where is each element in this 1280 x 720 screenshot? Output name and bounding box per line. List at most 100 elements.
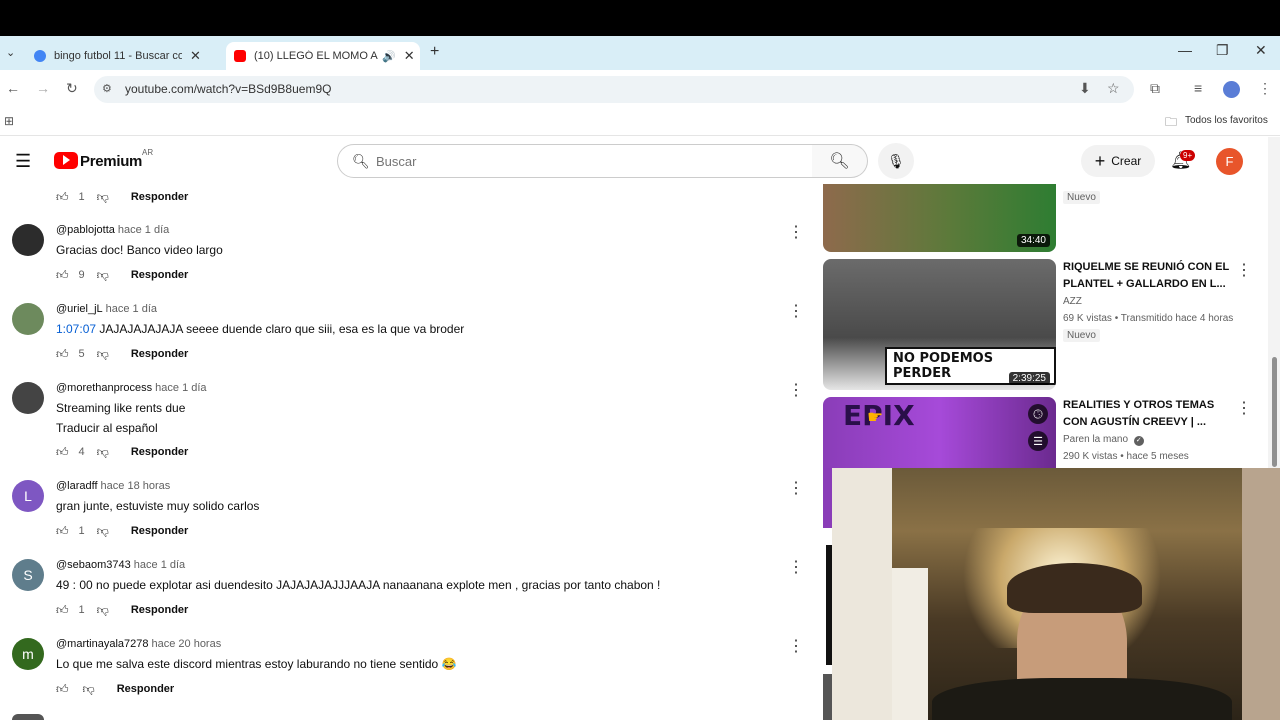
video-title[interactable]: RIQUELME SE REUNIÓ CON EL PLANTEL + GALL… <box>1063 259 1235 293</box>
video-menu-icon[interactable]: ⋮ <box>1236 398 1252 418</box>
reply-button[interactable]: Responder <box>131 269 188 281</box>
like-icon[interactable]: 👍︎ <box>56 445 69 460</box>
minimize-icon[interactable]: — <box>1178 42 1192 58</box>
back-icon[interactable]: ← <box>6 80 20 96</box>
url-text[interactable]: youtube.com/watch?v=BSd9B8uem9Q <box>125 82 331 96</box>
tab-youtube[interactable]: (10) LLEGÓ EL MOMO A LO 🔊 ✕ <box>226 42 420 70</box>
forward-icon[interactable]: → <box>36 80 50 96</box>
avatar[interactable]: S <box>12 559 44 591</box>
dislike-icon[interactable]: 👎︎ <box>97 445 109 460</box>
new-badge: Nuevo <box>1063 329 1100 342</box>
reply-button[interactable]: Responder <box>131 446 188 458</box>
comment-menu-icon[interactable]: ⋮ <box>788 301 804 321</box>
site-info-icon[interactable]: ⚙ <box>102 82 112 95</box>
like-icon[interactable]: 👍︎ <box>56 682 69 697</box>
dislike-icon[interactable]: 👎︎ <box>83 682 95 697</box>
media-control-icon[interactable]: ≡ <box>1194 80 1202 96</box>
tab-google[interactable]: bingo futbol 11 - Buscar con Go ✕ <box>26 42 222 70</box>
create-button[interactable]: + Crear <box>1081 145 1155 177</box>
video-menu-icon[interactable]: ⋮ <box>1236 260 1252 280</box>
voice-search-button[interactable]: 🎙 <box>878 143 914 179</box>
avatar[interactable] <box>12 303 44 335</box>
dislike-icon[interactable]: 👎︎ <box>97 603 109 618</box>
comment-time[interactable]: hace 1 día <box>106 303 157 315</box>
video-thumbnail[interactable]: 34:40 <box>823 184 1056 252</box>
watch-later-icon[interactable]: 🕓︎ <box>1028 404 1048 424</box>
like-icon[interactable]: 👍︎ <box>56 268 69 283</box>
channel-name[interactable]: AZZ <box>1063 296 1082 307</box>
comment-time[interactable]: hace 18 horas <box>101 480 171 492</box>
comment-time[interactable]: hace 1 día <box>155 382 206 394</box>
reload-icon[interactable]: ↻ <box>66 80 78 97</box>
comment-handle[interactable]: @pablojotta <box>56 224 115 236</box>
comment-time[interactable]: hace 1 día <box>118 224 169 236</box>
speaker-icon[interactable]: 🔊 <box>382 50 396 63</box>
video-thumbnail[interactable]: NO PODEMOS PERDER 2:39:25 <box>823 259 1056 390</box>
reply-button[interactable]: Responder <box>131 191 188 203</box>
search-button[interactable]: 🔍︎ <box>812 144 868 178</box>
menu-icon[interactable]: ⋮ <box>1258 80 1272 97</box>
comment-handle[interactable]: @laradff <box>56 480 98 492</box>
install-icon[interactable]: ⬇ <box>1079 80 1091 97</box>
like-count: 1 <box>78 525 85 537</box>
comment-header: @sebaom3743 hace 1 día <box>56 559 185 571</box>
like-icon[interactable]: 👍︎ <box>56 603 69 618</box>
reply-button[interactable]: Responder <box>131 604 188 616</box>
comment-menu-icon[interactable]: ⋮ <box>788 380 804 400</box>
reply-button[interactable]: Responder <box>131 348 188 360</box>
extensions-icon[interactable]: ⧉ <box>1150 80 1160 97</box>
dislike-icon[interactable]: 👎︎ <box>97 347 109 362</box>
youtube-logo-icon[interactable] <box>54 152 78 169</box>
apps-grid-icon[interactable]: ⊞ <box>4 114 14 128</box>
star-icon[interactable]: ☆ <box>1107 80 1120 97</box>
hamburger-menu-icon[interactable]: ☰ <box>15 151 31 172</box>
account-avatar[interactable]: F <box>1216 148 1243 175</box>
google-icon <box>34 50 46 62</box>
comment-handle[interactable]: @martinayala7278 <box>56 638 149 650</box>
timestamp-link[interactable]: 1:07:07 <box>56 322 96 336</box>
reply-button[interactable]: Responder <box>131 525 188 537</box>
close-tab-icon[interactable]: ✕ <box>404 48 415 64</box>
comment-menu-icon[interactable]: ⋮ <box>788 222 804 242</box>
video-thumbnail[interactable]: EPIX 🕓︎ ☰ ☛ <box>823 397 1056 468</box>
scrollbar-thumb[interactable] <box>1272 357 1277 467</box>
create-label: Crear <box>1111 154 1142 168</box>
new-tab-icon[interactable]: + <box>430 43 439 61</box>
avatar[interactable]: m <box>12 638 44 670</box>
search-input[interactable] <box>376 151 796 171</box>
reply-button[interactable]: Responder <box>117 683 174 695</box>
comment-handle[interactable]: @morethanprocess <box>56 382 152 394</box>
youtube-logo-text[interactable]: Premium <box>80 153 142 170</box>
search-box[interactable]: 🔍︎ <box>337 144 813 178</box>
avatar[interactable] <box>12 382 44 414</box>
comment-menu-icon[interactable]: ⋮ <box>788 557 804 577</box>
translate-link[interactable]: Traducir al español <box>56 421 158 435</box>
dislike-icon[interactable]: 👎︎ <box>97 268 109 283</box>
channel-name[interactable]: Paren la mano <box>1063 434 1128 445</box>
video-thumbnail-edge <box>823 468 832 528</box>
comment-time[interactable]: hace 1 día <box>134 559 185 571</box>
like-count: 1 <box>78 604 85 616</box>
comment-handle[interactable]: @uriel_jL <box>56 303 103 315</box>
video-title[interactable]: REALITIES Y OTROS TEMAS CON AGUSTÍN CREE… <box>1063 397 1235 431</box>
close-tab-icon[interactable]: ✕ <box>190 48 201 64</box>
like-icon[interactable]: 👍︎ <box>56 347 69 362</box>
dislike-icon[interactable]: 👎︎ <box>97 190 109 205</box>
close-window-icon[interactable]: ✕ <box>1255 42 1267 59</box>
avatar[interactable] <box>12 714 44 720</box>
bookmarks-folder-label[interactable]: Todos los favoritos <box>1185 115 1268 126</box>
comment-handle[interactable]: @sebaom3743 <box>56 559 131 571</box>
comment-menu-icon[interactable]: ⋮ <box>788 636 804 656</box>
avatar[interactable] <box>12 224 44 256</box>
add-to-queue-icon[interactable]: ☰ <box>1028 431 1048 451</box>
comment-text: 1:07:07 JAJAJAJAJAJA seeee duende claro … <box>56 322 464 336</box>
comment-menu-icon[interactable]: ⋮ <box>788 478 804 498</box>
dislike-icon[interactable]: 👎︎ <box>97 524 109 539</box>
avatar[interactable]: L <box>12 480 44 512</box>
comment-time[interactable]: hace 20 horas <box>152 638 222 650</box>
like-icon[interactable]: 👍︎ <box>56 190 69 205</box>
profile-avatar[interactable] <box>1223 81 1240 98</box>
restore-icon[interactable]: ❐ <box>1216 42 1229 59</box>
like-icon[interactable]: 👍︎ <box>56 524 69 539</box>
tab-search-chevron-icon[interactable]: ⌄ <box>6 46 15 59</box>
